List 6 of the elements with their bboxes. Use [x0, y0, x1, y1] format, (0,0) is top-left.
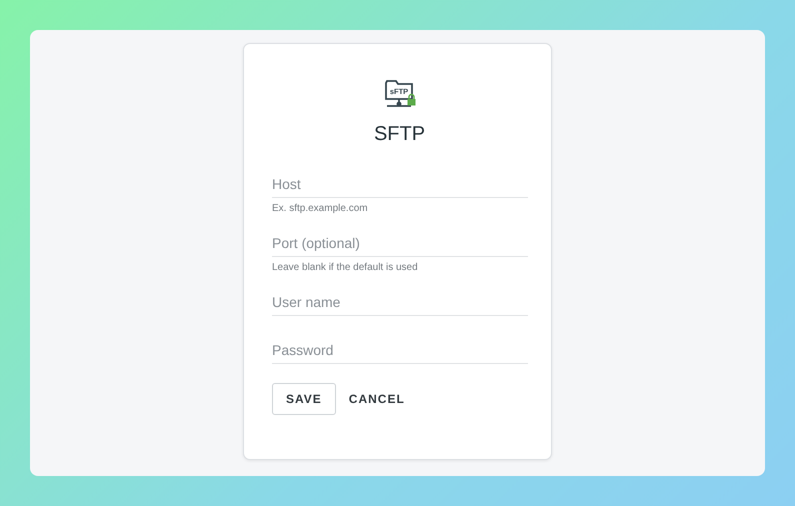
- dialog-title: SFTP: [372, 123, 426, 146]
- save-button[interactable]: SAVE: [272, 383, 336, 415]
- field-hint: Leave blank if the default is used: [272, 262, 419, 273]
- lock-icon: [407, 94, 415, 106]
- folder-monitor-icon: [384, 80, 412, 107]
- field-hint: Ex. sftp.example.com: [272, 203, 369, 214]
